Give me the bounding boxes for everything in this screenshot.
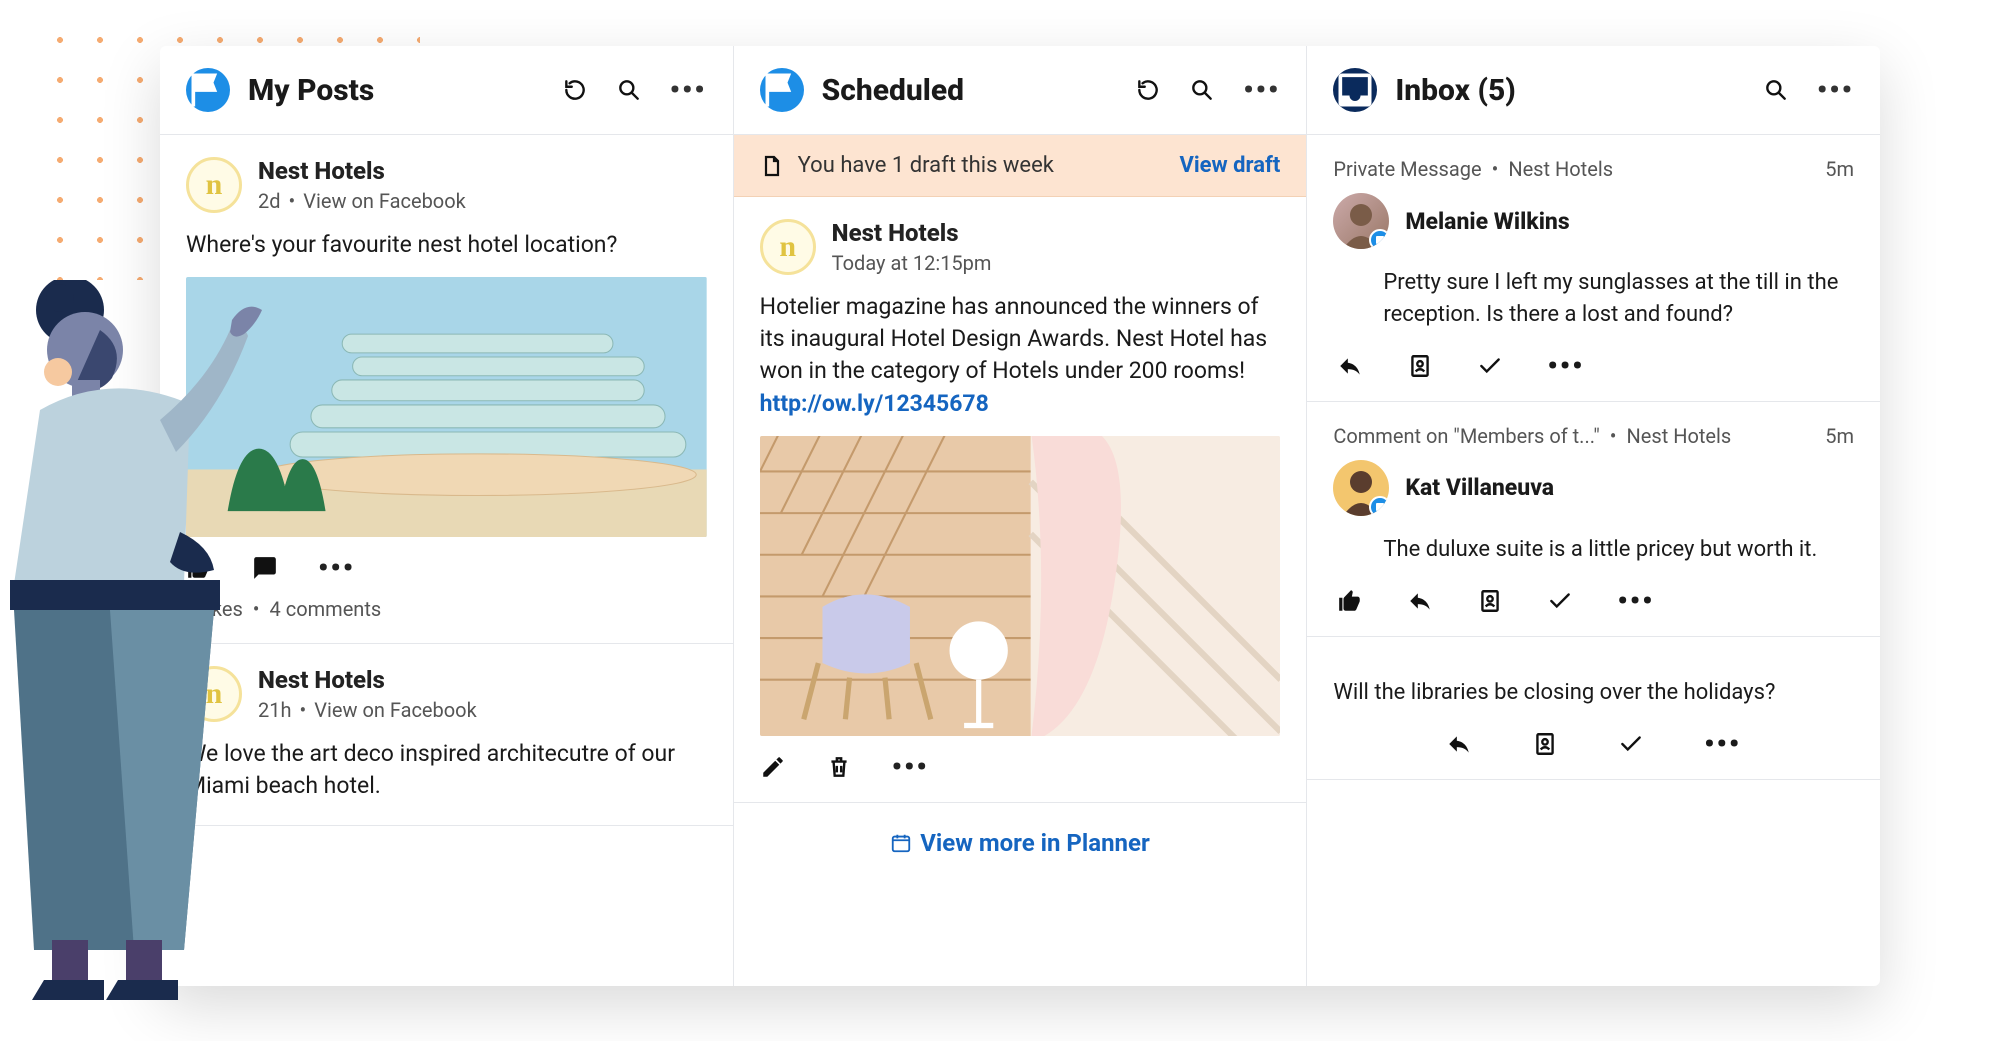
document-icon	[760, 154, 784, 178]
reply-icon[interactable]	[1446, 731, 1472, 757]
column-title: Inbox (5)	[1395, 73, 1745, 108]
column-title: Scheduled	[822, 73, 1118, 108]
resolve-icon[interactable]	[1477, 353, 1503, 379]
post-image	[760, 436, 1281, 736]
assign-icon[interactable]	[1407, 353, 1433, 379]
reply-icon[interactable]	[1337, 353, 1363, 379]
avatar	[1333, 460, 1389, 516]
refresh-icon[interactable]	[1135, 77, 1161, 103]
delete-icon[interactable]	[826, 754, 852, 780]
post-author: Nest Hotels	[258, 666, 477, 694]
inbox-meta: Comment on "Members of t..."•Nest Hotels…	[1333, 424, 1854, 448]
post-time: Today at 12:15pm	[832, 251, 992, 275]
inbox-user-name: Melanie Wilkins	[1405, 208, 1569, 235]
scheduled-actions: •••	[760, 754, 1281, 780]
flag-icon	[760, 68, 804, 112]
refresh-icon[interactable]	[562, 77, 588, 103]
inbox-message: Pretty sure I left my sunglasses at the …	[1383, 267, 1854, 331]
post-meta: 2dView on Facebook	[258, 189, 466, 213]
avatar-nest: n	[760, 219, 816, 275]
like-icon[interactable]	[1337, 588, 1363, 614]
column-title: My Posts	[248, 73, 544, 108]
post-text: Where's your favourite nest hotel locati…	[186, 229, 707, 261]
search-icon[interactable]	[616, 77, 642, 103]
post-link[interactable]: http://ow.ly/12345678	[760, 390, 989, 417]
reply-icon[interactable]	[1407, 588, 1433, 614]
calendar-icon	[890, 832, 912, 854]
inbox-meta: Private Message•Nest Hotels 5m	[1333, 157, 1854, 181]
streams-board: My Posts ••• n Nest Hotels 2dView on Fac…	[160, 46, 1880, 986]
resolve-icon[interactable]	[1618, 731, 1644, 757]
inbox-message: The duluxe suite is a little pricey but …	[1383, 534, 1854, 566]
inbox-message: Will the libraries be closing over the h…	[1333, 677, 1854, 709]
post-author: Nest Hotels	[258, 157, 466, 185]
flag-icon	[186, 68, 230, 112]
view-draft-link[interactable]: View draft	[1179, 153, 1280, 178]
view-on-link[interactable]: View on Facebook	[314, 698, 476, 722]
scheduled-post-card: n Nest Hotels Today at 12:15pm Hotelier …	[734, 197, 1307, 803]
resolve-icon[interactable]	[1547, 588, 1573, 614]
assign-icon[interactable]	[1477, 588, 1503, 614]
inbox-age: 5m	[1825, 157, 1854, 181]
post-meta: 21hView on Facebook	[258, 698, 477, 722]
banner-text: You have 1 draft this week	[798, 153, 1054, 178]
column-header: Inbox (5) •••	[1307, 46, 1880, 135]
view-on-link[interactable]: View on Facebook	[303, 189, 465, 213]
search-icon[interactable]	[1763, 77, 1789, 103]
edit-icon[interactable]	[760, 754, 786, 780]
network-badge-icon	[1369, 229, 1389, 249]
avatar	[1333, 193, 1389, 249]
post-text: Hotelier magazine has announced the winn…	[760, 291, 1281, 420]
inbox-actions: •••	[1333, 731, 1854, 757]
inbox-item: Will the libraries be closing over the h…	[1307, 637, 1880, 780]
inbox-item: Private Message•Nest Hotels 5m Melanie W…	[1307, 135, 1880, 402]
inbox-user-name: Kat Villaneuva	[1405, 474, 1554, 501]
inbox-icon	[1333, 68, 1377, 112]
view-planner-link[interactable]: View more in Planner	[734, 803, 1307, 883]
avatar-nest: n	[186, 157, 242, 213]
draft-banner: You have 1 draft this week View draft	[734, 135, 1307, 197]
search-icon[interactable]	[1189, 77, 1215, 103]
assign-icon[interactable]	[1532, 731, 1558, 757]
inbox-age: 5m	[1825, 424, 1854, 448]
inbox-actions: •••	[1337, 588, 1854, 614]
inbox-actions: •••	[1337, 353, 1854, 379]
network-badge-icon	[1369, 496, 1389, 516]
column-inbox: Inbox (5) ••• Private Message•Nest Hotel…	[1307, 46, 1880, 986]
inbox-item: Comment on "Members of t..."•Nest Hotels…	[1307, 402, 1880, 637]
column-header: My Posts •••	[160, 46, 733, 135]
post-author: Nest Hotels	[832, 219, 992, 247]
column-scheduled: Scheduled ••• You have 1 draft this week…	[734, 46, 1308, 986]
column-header: Scheduled •••	[734, 46, 1307, 135]
illustration-person	[0, 280, 280, 1010]
